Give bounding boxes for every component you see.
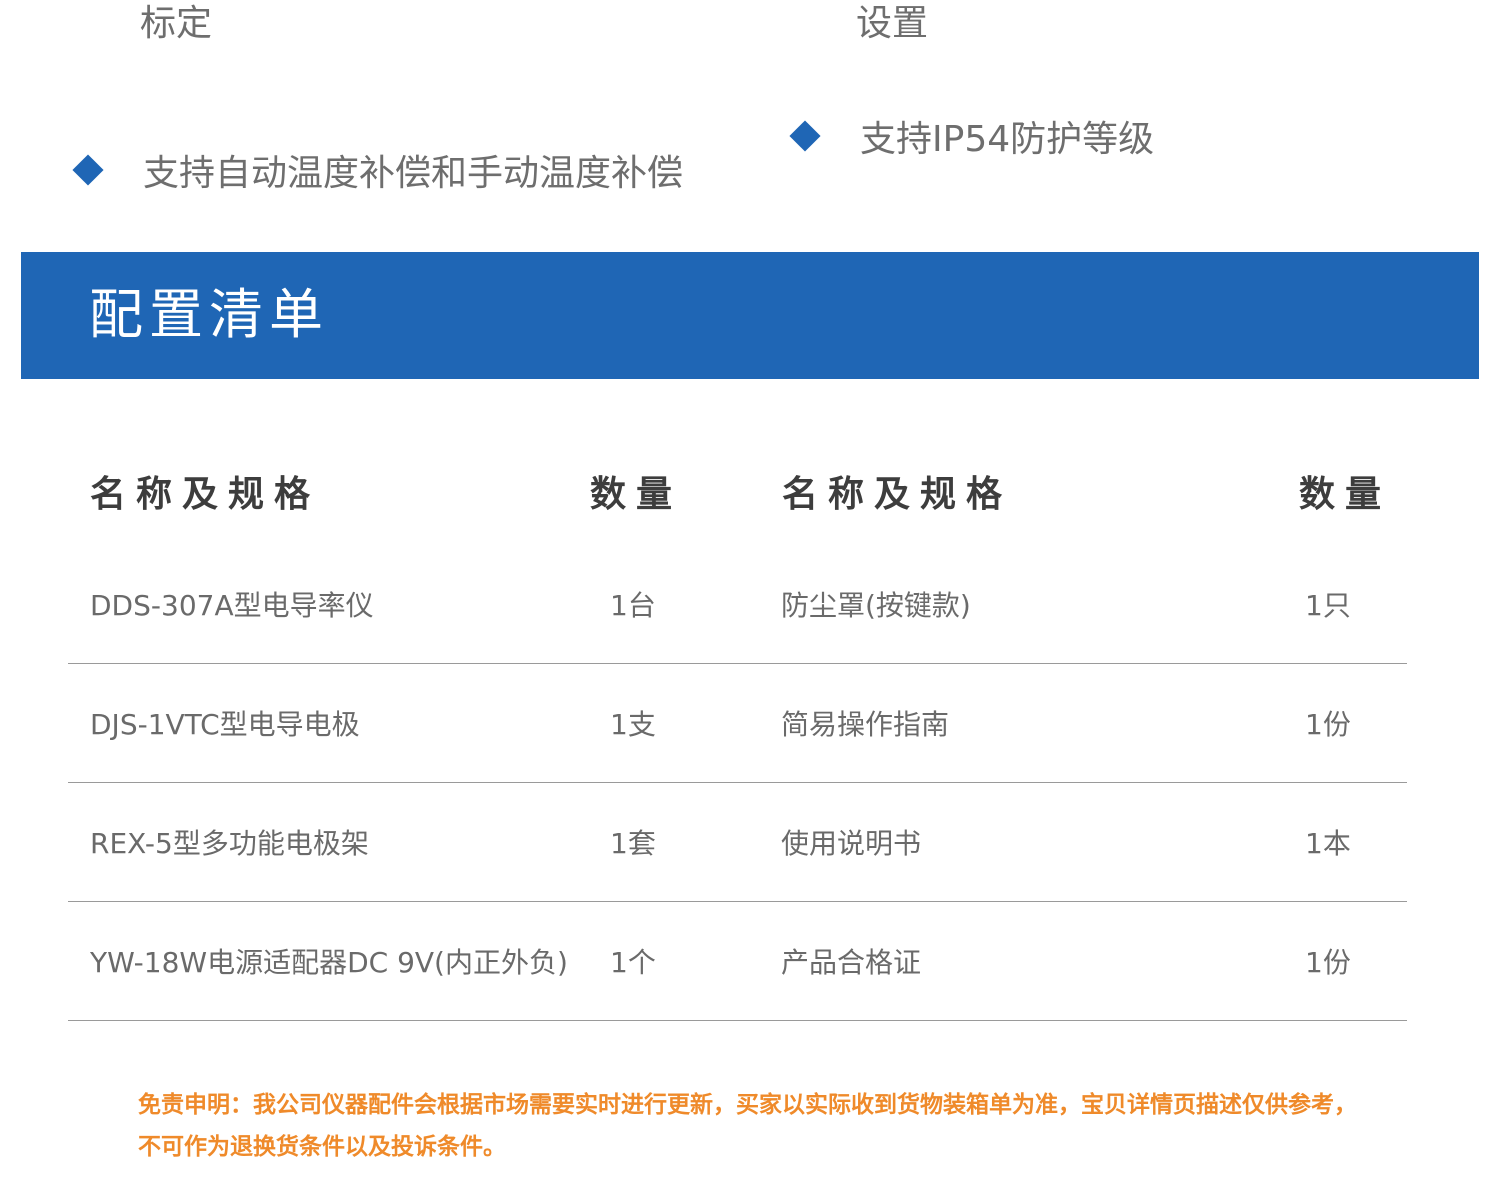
cell-name: DJS-1VTC型电导电极 bbox=[90, 708, 360, 741]
cell-name: REX-5型多功能电极架 bbox=[90, 827, 369, 860]
feature-item-ip54: 支持IP54防护等级 bbox=[789, 110, 1155, 162]
table-body: DDS-307A型电导率仪 1台 防尘罩(按键款) 1只 DJS-1VTC型电导… bbox=[68, 545, 1407, 1021]
table-header: 名称及规格 数量 名称及规格 数量 bbox=[68, 440, 1407, 540]
cell-qty: 1本 bbox=[1305, 827, 1351, 860]
table-row: YW-18W电源适配器DC 9V(内正外负) 1个 产品合格证 1份 bbox=[68, 902, 1407, 1021]
diamond-bullet-icon bbox=[789, 120, 821, 152]
cell-name: 简易操作指南 bbox=[781, 708, 950, 741]
feature-fragment-right: 设置 bbox=[856, 3, 929, 44]
header-name-col-1: 名称及规格 bbox=[90, 474, 321, 515]
cell-name: 产品合格证 bbox=[781, 946, 922, 979]
cell-qty: 1份 bbox=[1305, 946, 1351, 979]
cell-qty: 1只 bbox=[1305, 589, 1351, 622]
cell-name: 使用说明书 bbox=[781, 827, 922, 860]
product-config-page: 标定 设置 支持自动温度补偿和手动温度补偿 支持IP54防护等级 配置清单 名称… bbox=[0, 0, 1500, 1203]
cell-qty: 1个 bbox=[610, 946, 656, 979]
table-row: DJS-1VTC型电导电极 1支 简易操作指南 1份 bbox=[68, 664, 1407, 783]
table-row: DDS-307A型电导率仪 1台 防尘罩(按键款) 1只 bbox=[68, 545, 1407, 664]
header-qty-col-2: 数量 bbox=[1299, 474, 1392, 515]
cell-qty: 1套 bbox=[610, 827, 656, 860]
section-title: 配置清单 bbox=[89, 283, 329, 346]
cell-qty: 1份 bbox=[1305, 708, 1351, 741]
diamond-bullet-icon bbox=[72, 154, 104, 186]
config-table: 名称及规格 数量 名称及规格 数量 DDS-307A型电导率仪 1台 防尘罩(按… bbox=[68, 440, 1407, 1021]
feature-text: 支持自动温度补偿和手动温度补偿 bbox=[143, 153, 684, 194]
cell-qty: 1台 bbox=[610, 589, 656, 622]
table-row: REX-5型多功能电极架 1套 使用说明书 1本 bbox=[68, 783, 1407, 902]
cell-name: 防尘罩(按键款) bbox=[781, 589, 971, 622]
feature-text: 支持IP54防护等级 bbox=[860, 119, 1155, 160]
cell-qty: 1支 bbox=[610, 708, 656, 741]
cell-name: YW-18W电源适配器DC 9V(内正外负) bbox=[90, 946, 568, 979]
header-name-col-2: 名称及规格 bbox=[782, 474, 1013, 515]
cell-name: DDS-307A型电导率仪 bbox=[90, 589, 374, 622]
disclaimer-text: 免责申明：我公司仪器配件会根据市场需要实时进行更新，买家以实际收到货物装箱单为准… bbox=[138, 1092, 1357, 1160]
header-qty-col-1: 数量 bbox=[590, 474, 683, 515]
feature-fragment-left: 标定 bbox=[140, 3, 213, 44]
feature-item-temp-compensation: 支持自动温度补偿和手动温度补偿 bbox=[72, 144, 684, 196]
section-header-bar: 配置清单 bbox=[21, 252, 1479, 379]
